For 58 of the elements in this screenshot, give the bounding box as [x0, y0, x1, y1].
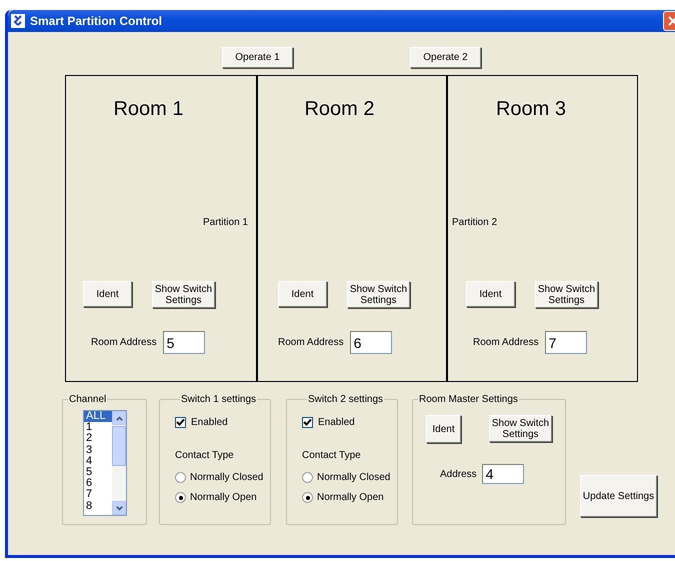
channel-list[interactable]: ALL 1 2 3 4 5 6 7 8: [83, 410, 127, 516]
contact-type-label: Contact Type: [175, 450, 235, 461]
field-label: Room Address: [278, 337, 344, 348]
list-item[interactable]: 8: [84, 500, 112, 512]
update-settings-button[interactable]: Update Settings: [580, 475, 657, 517]
group-label: Channel: [68, 394, 108, 405]
radio-label: Normally Open: [317, 492, 384, 503]
contact-type-label: Contact Type: [302, 450, 362, 461]
ident-button[interactable]: Ident: [466, 281, 515, 307]
operate-button[interactable]: Operate 1: [222, 47, 293, 68]
list-item[interactable]: 7: [84, 489, 112, 501]
list-item[interactable]: 6: [84, 478, 112, 490]
show-switch-settings-button[interactable]: Show Switch Settings: [347, 281, 410, 308]
field-label: Room Address: [473, 337, 539, 348]
show-switch-settings-button[interactable]: Show Switch Settings: [535, 281, 598, 308]
address-field[interactable]: 5: [162, 331, 205, 354]
radio-button[interactable]: [175, 492, 186, 503]
list-item[interactable]: 4: [84, 456, 112, 468]
address-field[interactable]: 6: [350, 331, 392, 354]
show-switch-settings-button[interactable]: Show Switch Settings: [152, 281, 215, 308]
radio-label: Normally Closed: [190, 472, 264, 483]
group-label: Switch 2 settings: [307, 394, 384, 405]
list-item[interactable]: 1: [84, 422, 112, 434]
radio-button[interactable]: [302, 472, 313, 483]
radio-label: Normally Closed: [317, 472, 390, 483]
scrollbar[interactable]: [112, 411, 126, 515]
operate-button[interactable]: Operate 2: [410, 47, 481, 68]
window-title: Smart Partition Control: [30, 14, 164, 28]
show-switch-settings-button[interactable]: Show Switch Settings: [489, 415, 552, 442]
partition-label: Partition 1: [202, 217, 248, 230]
list-item[interactable]: 3: [84, 444, 112, 456]
group-label: Room Master Settings: [418, 394, 519, 405]
address-field[interactable]: 4: [482, 464, 524, 484]
ident-button[interactable]: Ident: [278, 281, 327, 307]
checkbox[interactable]: [302, 417, 313, 428]
field-label: Room Address: [91, 337, 157, 348]
room-title: Room 1: [113, 97, 185, 121]
radio-label: Normally Open: [190, 492, 257, 503]
list-item[interactable]: 5: [84, 467, 112, 478]
checkbox[interactable]: [175, 417, 186, 428]
list-item[interactable]: ALL: [84, 411, 112, 422]
list-item[interactable]: 2: [84, 433, 112, 445]
scroll-down-button[interactable]: [112, 501, 126, 515]
checkbox-label: Enabled: [318, 417, 355, 428]
checkbox-label: Enabled: [191, 417, 228, 428]
ident-button[interactable]: Ident: [83, 281, 132, 307]
field-label: Address: [440, 468, 477, 480]
radio-button[interactable]: [302, 492, 313, 503]
ident-button[interactable]: Ident: [426, 415, 461, 443]
address-field[interactable]: 7: [544, 331, 587, 354]
app-icon: [11, 14, 25, 28]
partition-label: Partition 2: [452, 217, 498, 230]
scroll-thumb[interactable]: [112, 426, 126, 466]
room-title: Room 2: [304, 97, 376, 121]
room-title: Room 3: [496, 97, 568, 121]
radio-button[interactable]: [175, 472, 186, 483]
group-label: Switch 1 settings: [180, 394, 258, 405]
scroll-up-button[interactable]: [112, 411, 126, 425]
